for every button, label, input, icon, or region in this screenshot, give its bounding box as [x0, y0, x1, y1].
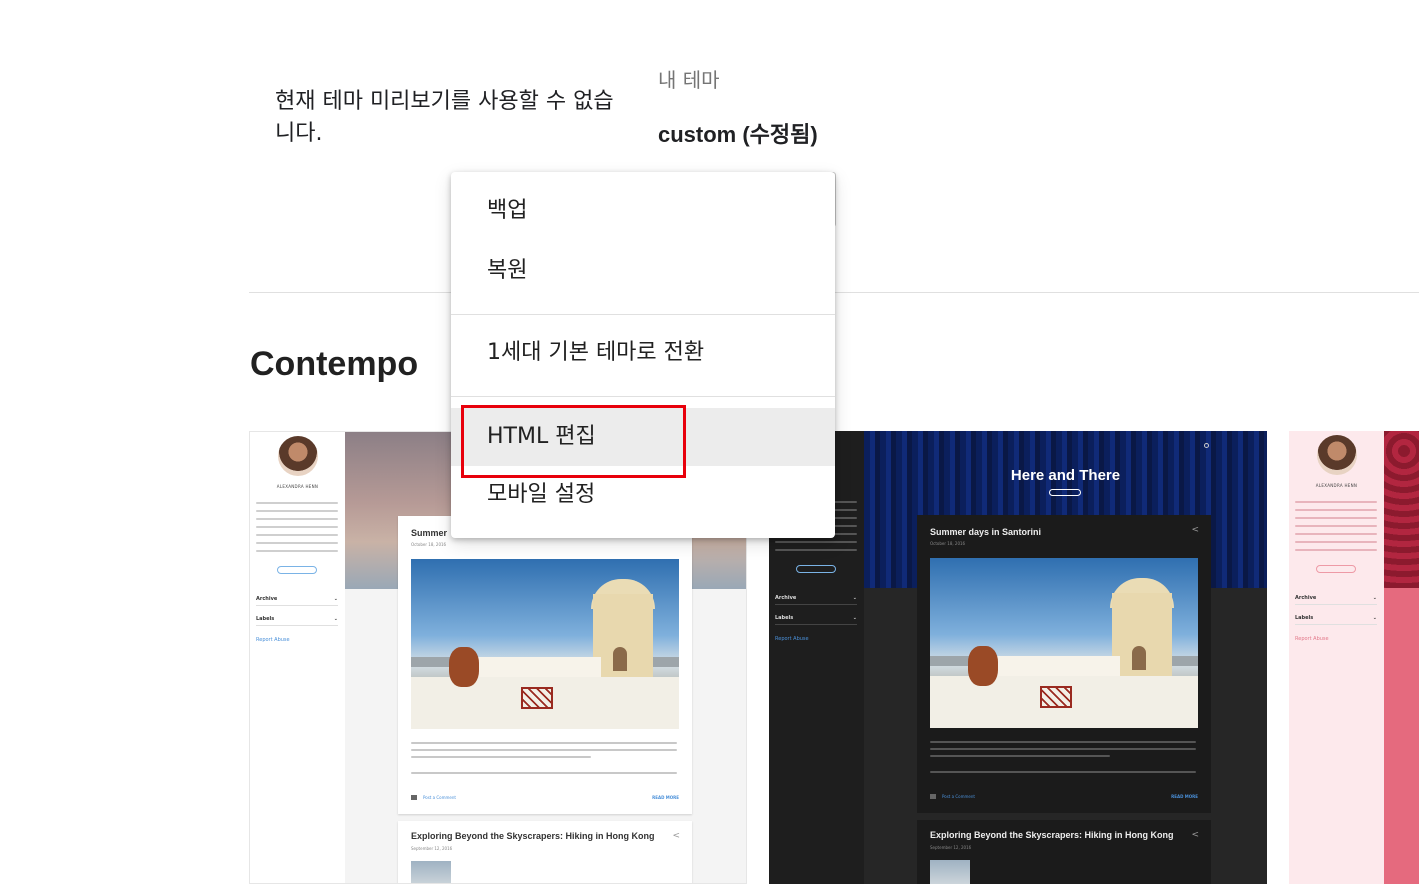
avatar [1317, 435, 1357, 475]
read-more-link: READ MORE [1171, 794, 1198, 799]
share-icon: < [1191, 525, 1199, 535]
bio-line [775, 549, 857, 551]
bio-line [1295, 525, 1377, 527]
theme-section-title: Contempo [250, 345, 419, 383]
bio-line [256, 510, 338, 512]
share-icon: < [1191, 830, 1199, 840]
menu-item-mobile-settings[interactable]: 모바일 설정 [451, 466, 835, 524]
post-title: Exploring Beyond the Skyscrapers: Hiking… [411, 831, 655, 841]
blog-title: Here and There [1010, 467, 1121, 484]
bio-line [1295, 533, 1377, 535]
text-line [930, 741, 1196, 743]
comment-link: Post a Comment [423, 795, 456, 800]
theme-actions-menu: 백업 복원 1세대 기본 테마로 전환 HTML 편집 모바일 설정 [451, 172, 835, 538]
bio-line [256, 550, 338, 552]
bio-line [1295, 509, 1377, 511]
sidebar-report-abuse: Report Abuse [1295, 636, 1329, 642]
share-icon: < [672, 831, 680, 841]
post-card: Summer days in Santorini < October 18, 2… [917, 515, 1211, 813]
thumb-sidebar: ALEXANDRA HENN Archive ⌄ Labels ⌄ Report A… [1289, 431, 1384, 884]
post-title: Summer days in Santorini [930, 527, 1042, 537]
theme-thumbnail-pink[interactable]: ALEXANDRA HENN Archive ⌄ Labels ⌄ Report A… [1289, 431, 1419, 884]
post-thumbnail [411, 861, 451, 883]
comment-icon [930, 794, 936, 799]
sidebar-report-abuse: Report Abuse [256, 637, 290, 643]
post-date: October 18, 2016 [930, 541, 966, 546]
current-theme-name: custom (수정됨) [658, 122, 818, 147]
text-line [930, 771, 1196, 773]
sidebar-labels: Labels ⌄ [256, 616, 338, 626]
bio-line [1295, 517, 1377, 519]
text-line [411, 756, 591, 758]
menu-separator [451, 314, 835, 315]
comment-link: Post a Comment [942, 794, 975, 799]
theme-thumbnail-dark[interactable]: Here and There Archive ⌄ Labels ⌄ Report A… [769, 431, 1267, 884]
text-line [411, 742, 677, 744]
post-date: October 18, 2016 [411, 542, 447, 547]
sidebar-archive: Archive ⌄ [775, 595, 857, 605]
author-name: ALEXANDRA HENN [276, 484, 319, 489]
text-line [411, 772, 677, 774]
text-line [930, 748, 1196, 750]
thumb-sidebar: ALEXANDRA HENN Archive ⌄ Labels ⌄ Report A… [250, 432, 345, 883]
menu-item-switch-classic-theme[interactable]: 1세대 기본 테마로 전환 [451, 324, 835, 382]
bio-line [256, 502, 338, 504]
bio-line [256, 518, 338, 520]
bio-line [256, 534, 338, 536]
menu-item-backup[interactable]: 백업 [451, 182, 835, 240]
pink-band [1384, 588, 1419, 884]
bio-line [256, 526, 338, 528]
author-name: ALEXANDRA HENN [1315, 483, 1358, 488]
no-preview-message: 현재 테마 미리보기를 사용할 수 없습니다. [275, 89, 614, 146]
bio-line [775, 541, 857, 543]
post-title: Exploring Beyond the Skyscrapers: Hiking… [930, 830, 1174, 840]
comment-icon [411, 795, 417, 800]
read-more-link: READ MORE [652, 795, 679, 800]
bio-line [1295, 549, 1377, 551]
sidebar-labels: Labels ⌄ [1295, 615, 1377, 625]
post-photo [930, 558, 1198, 728]
avatar [278, 436, 318, 476]
post-card: Summer October 18, 2016 Post a Comment R… [398, 516, 692, 814]
post-date: September 12, 2016 [930, 845, 972, 850]
post-photo [411, 559, 679, 729]
text-line [930, 755, 1110, 757]
visit-profile-pill [796, 565, 836, 573]
thumb-hero [1384, 431, 1419, 588]
sidebar-report-abuse: Report Abuse [775, 636, 809, 642]
post-title: Summer [411, 528, 448, 538]
bio-line [256, 542, 338, 544]
text-line [411, 749, 677, 751]
sidebar-archive: Archive ⌄ [256, 596, 338, 606]
post-card: Exploring Beyond the Skyscrapers: Hiking… [917, 820, 1211, 884]
post-card: Exploring Beyond the Skyscrapers: Hiking… [398, 821, 692, 883]
visit-profile-pill [277, 566, 317, 574]
bio-line [1295, 501, 1377, 503]
my-theme-label: 내 테마 [658, 68, 720, 92]
subscribe-pill [1049, 489, 1081, 496]
sidebar-archive: Archive ⌄ [1295, 595, 1377, 605]
visit-profile-pill [1316, 565, 1356, 573]
bio-line [1295, 541, 1377, 543]
menu-item-restore[interactable]: 복원 [451, 242, 835, 300]
menu-item-edit-html[interactable]: HTML 편집 [451, 408, 835, 466]
post-thumbnail [930, 860, 970, 884]
sidebar-labels: Labels ⌄ [775, 615, 857, 625]
post-date: September 12, 2016 [411, 846, 453, 851]
search-icon [1204, 443, 1209, 448]
menu-separator [451, 396, 835, 397]
